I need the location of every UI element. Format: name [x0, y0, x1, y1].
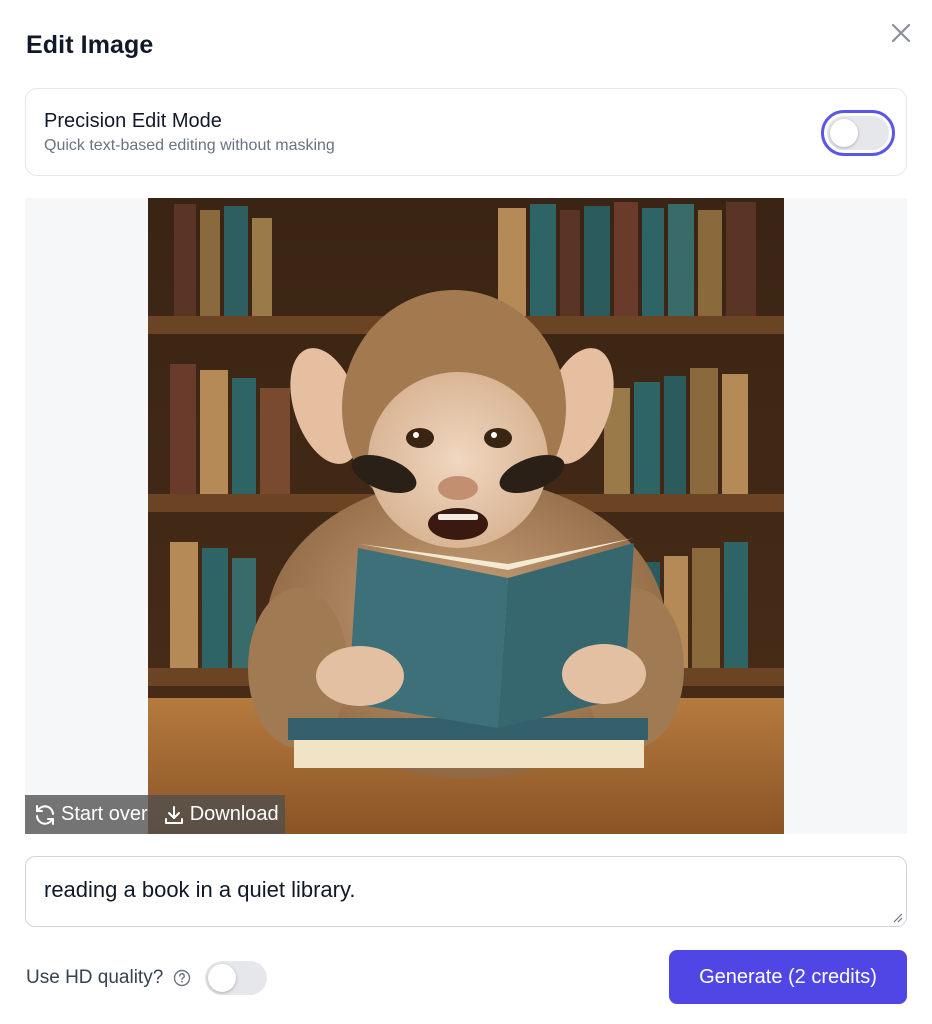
download-icon [164, 805, 183, 824]
hd-quality-toggle[interactable] [205, 961, 268, 995]
precision-edit-subtitle: Quick text-based editing without masking [44, 137, 335, 154]
precision-edit-title: Precision Edit Mode [44, 110, 222, 132]
edit-image-dialog: Edit Image Precision Edit Mode Quick tex… [0, 0, 932, 1024]
hd-quality-row: Use HD quality? [26, 961, 268, 995]
hd-quality-label: Use HD quality? [26, 967, 164, 988]
toggle-knob [208, 964, 237, 992]
precision-edit-card: Precision Edit Mode Quick text-based edi… [25, 88, 907, 176]
help-circle-icon[interactable] [173, 969, 191, 987]
photo-of-monkey-reading-book [148, 198, 784, 834]
dialog-title: Edit Image [26, 31, 154, 59]
download-label: Download [189, 803, 279, 825]
refresh-icon [36, 804, 54, 825]
start-over-label: Start over [61, 803, 148, 825]
close-button[interactable] [884, 16, 918, 50]
prompt-text: reading a book in a quiet library. [44, 877, 356, 902]
prompt-input[interactable]: reading a book in a quiet library. [25, 856, 907, 927]
toggle-knob [830, 119, 858, 147]
close-icon [891, 23, 911, 43]
image-preview-area: Start over Download [25, 198, 907, 834]
precision-edit-toggle[interactable] [821, 110, 895, 156]
generate-button[interactable]: Generate (2 credits) [669, 950, 907, 1004]
toggle-track [827, 116, 889, 150]
image-toolbar: Start over Download [25, 795, 285, 834]
start-over-button[interactable]: Start over [33, 803, 148, 827]
download-button[interactable]: Download [162, 803, 279, 827]
resize-grip-icon[interactable] [891, 911, 903, 923]
